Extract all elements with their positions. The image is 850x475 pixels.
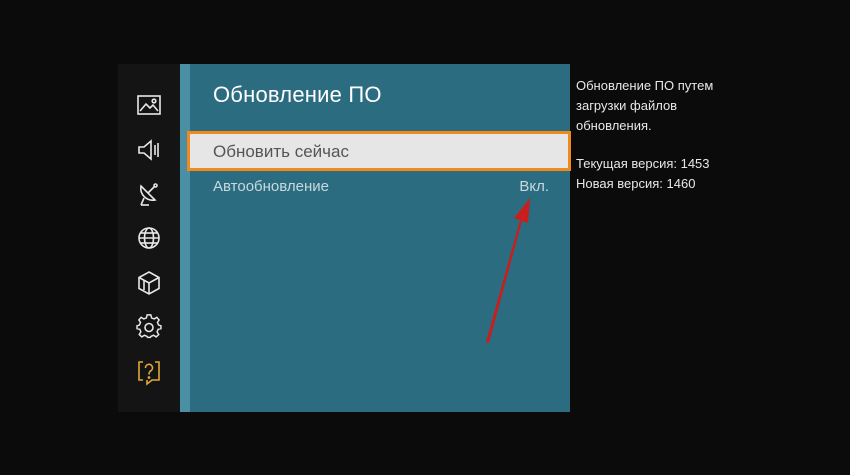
auto-update-label: Автообновление: [213, 178, 329, 195]
info-panel: Обновление ПО путем загрузки файлов обно…: [576, 76, 796, 194]
support-icon[interactable]: [135, 358, 163, 386]
picture-icon[interactable]: [135, 91, 163, 119]
system-icon[interactable]: [135, 313, 163, 341]
info-description-line: Обновление ПО путем: [576, 78, 714, 93]
current-version: Текущая версия: 1453: [576, 156, 710, 171]
sidebar: [118, 64, 180, 412]
tv-settings-screen: Обновление ПО Обновить сейчас Автообновл…: [0, 0, 850, 475]
info-description-line: загрузки файлов: [576, 98, 678, 113]
sound-icon[interactable]: [135, 136, 163, 164]
info-description-line: обновления.: [576, 118, 652, 133]
broadcast-icon[interactable]: [135, 180, 163, 208]
panel-title: Обновление ПО: [213, 82, 382, 107]
update-now-label: Обновить сейчас: [213, 142, 349, 161]
network-icon[interactable]: [135, 224, 163, 252]
new-version: Новая версия: 1460: [576, 176, 696, 191]
annotation-arrow-icon: [486, 198, 530, 343]
panel-edge: [180, 64, 190, 412]
smart-hub-icon[interactable]: [135, 269, 163, 297]
update-now-button[interactable]: Обновить сейчас: [187, 131, 571, 171]
